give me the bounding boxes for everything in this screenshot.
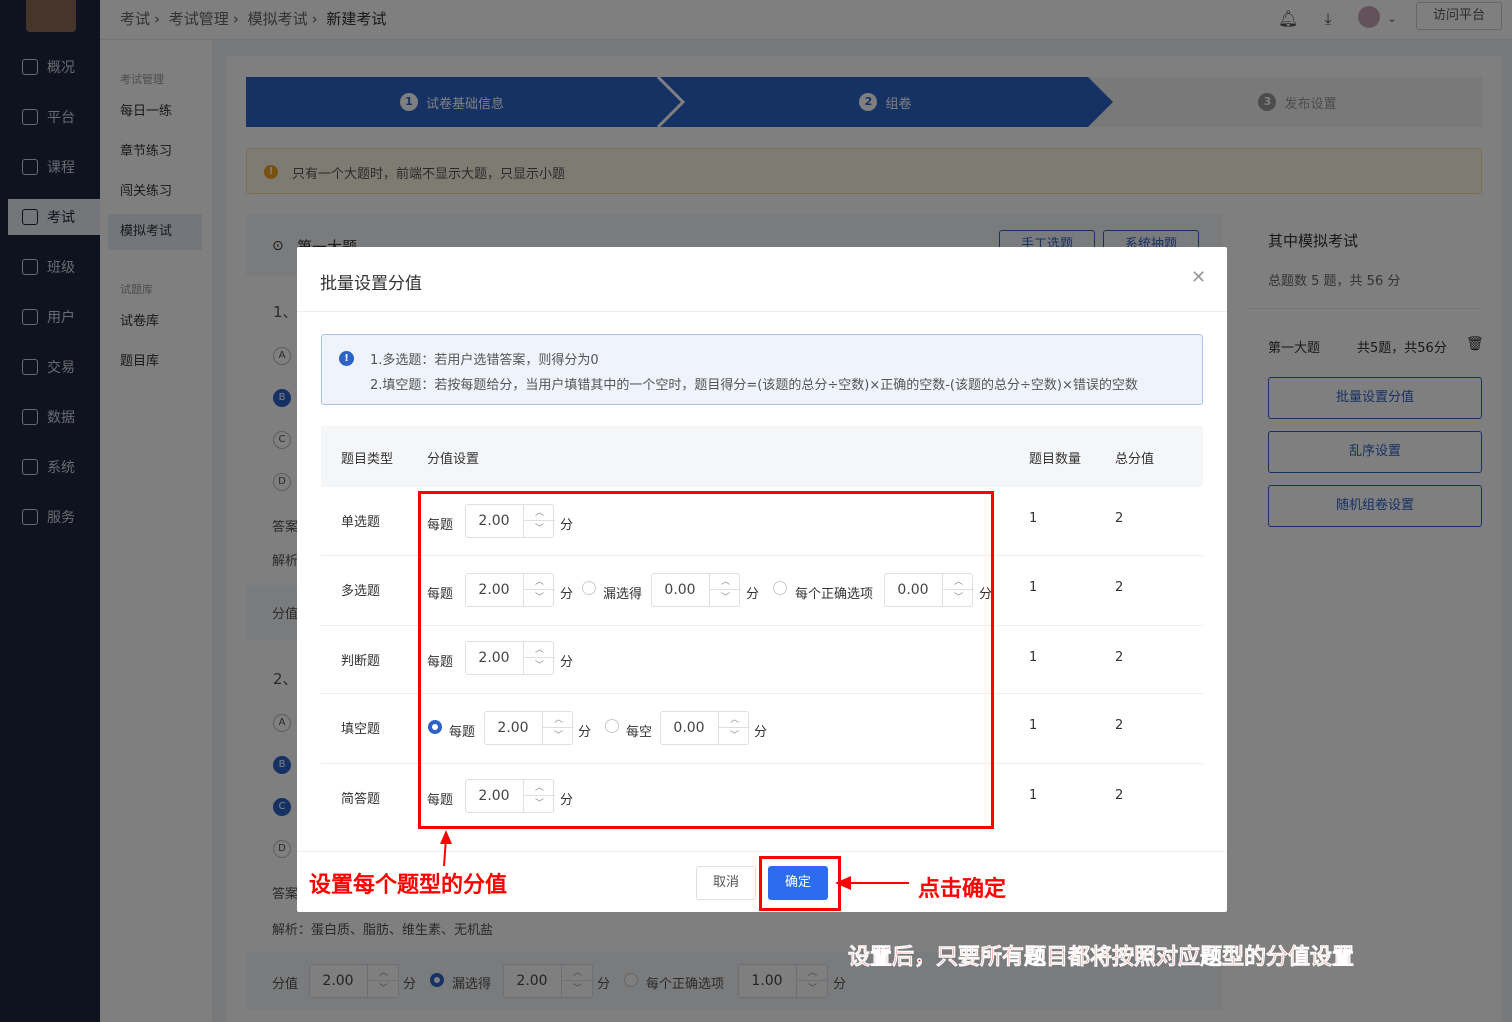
annotation-set-scores: 设置每个题型的分值 [309, 872, 508, 898]
annotation-arrow-left [835, 876, 909, 890]
info-line-1: 1.多选题：若用户选错答案，则得分为0 [370, 353, 599, 368]
header-score: 分值设置 [427, 452, 480, 467]
cancel-button[interactable]: 取消 [696, 866, 756, 900]
dialog-title: 批量设置分值 [320, 274, 422, 294]
annotation-arrow-up [440, 830, 452, 867]
header-total: 总分值 [1115, 452, 1155, 467]
header-type: 题目类型 [341, 452, 394, 467]
info-box: ! 1.多选题：若用户选错答案，则得分为0 2.填空题：若按每题给分，当用户填错… [321, 334, 1203, 405]
info-icon: ! [339, 351, 354, 366]
header-count: 题目数量 [1029, 452, 1082, 467]
table-header: 题目类型 分值设置 题目数量 总分值 [321, 426, 1203, 487]
annotation-note: 设置后，只要所有题目都将按照对应题型的分值设置 [848, 944, 1355, 971]
annotation-box-scores [418, 491, 994, 829]
annotation-click-confirm: 点击确定 [918, 876, 1007, 902]
close-icon[interactable]: ✕ [1191, 267, 1206, 288]
annotation-box-confirm [759, 856, 841, 911]
info-line-2: 2.填空题：若按每题给分，当用户填错其中的一个空时，题目得分=(该题的总分÷空数… [370, 378, 1138, 393]
